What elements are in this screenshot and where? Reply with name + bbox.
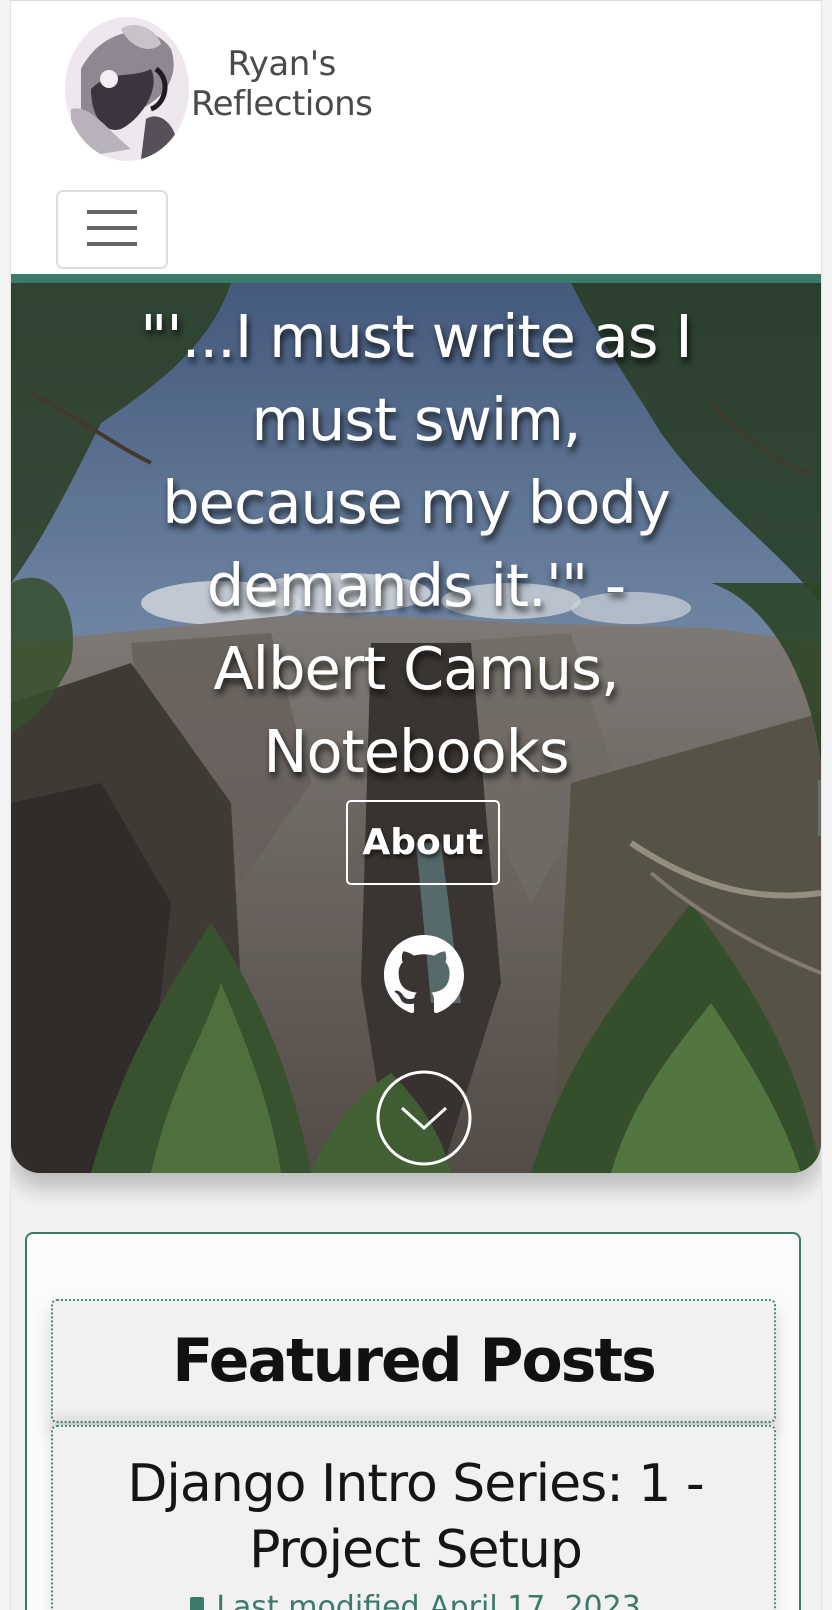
quote-line: Albert Camus, [213, 634, 619, 703]
post-title-line: Django Intro Series: 1 - [127, 1454, 704, 1514]
post-card[interactable]: Django Intro Series: 1 - Project Setup L… [51, 1425, 776, 1610]
brand-title-line2: Reflections [191, 84, 373, 124]
github-icon [384, 935, 464, 1019]
scrollbar-thumb[interactable] [818, 780, 821, 836]
calendar-icon [190, 1597, 205, 1610]
featured-posts-heading: Featured Posts [172, 1326, 657, 1396]
post-modified-date: Last modified April 17, 2023 [216, 1590, 641, 1610]
quote-line: "'...I must write as I [140, 302, 692, 371]
quote-line: must swim, [251, 385, 581, 454]
site-header: Ryan's Reflections [11, 0, 821, 283]
about-button[interactable]: About [346, 800, 500, 885]
hamburger-icon [87, 208, 137, 252]
featured-posts-section: Featured Posts Django Intro Series: 1 - … [25, 1232, 801, 1610]
logo-image [61, 9, 199, 161]
post-meta: Last modified April 17, 2023 [53, 1590, 778, 1610]
quote-line: demands it.'" - [206, 551, 626, 620]
quote-line: Notebooks [263, 717, 569, 786]
brand-link[interactable]: Ryan's Reflections [61, 9, 373, 161]
navbar-toggle-button[interactable] [56, 190, 168, 269]
chevron-down-circle-icon [374, 1070, 474, 1172]
post-title-line: Project Setup [249, 1520, 583, 1580]
hero-quote: "'...I must write as I must swim, becaus… [131, 295, 701, 793]
brand-title-line1: Ryan's [227, 44, 337, 84]
page: Ryan's Reflections "'...I must write as … [10, 0, 822, 1610]
hero-section: "'...I must write as I must swim, becaus… [11, 283, 821, 1173]
quote-line: because my body [162, 468, 671, 537]
scroll-down-button[interactable] [374, 1068, 474, 1168]
featured-heading-box: Featured Posts [51, 1299, 776, 1423]
github-link[interactable] [384, 935, 464, 1015]
post-title-link[interactable]: Django Intro Series: 1 - Project Setup [73, 1451, 758, 1583]
